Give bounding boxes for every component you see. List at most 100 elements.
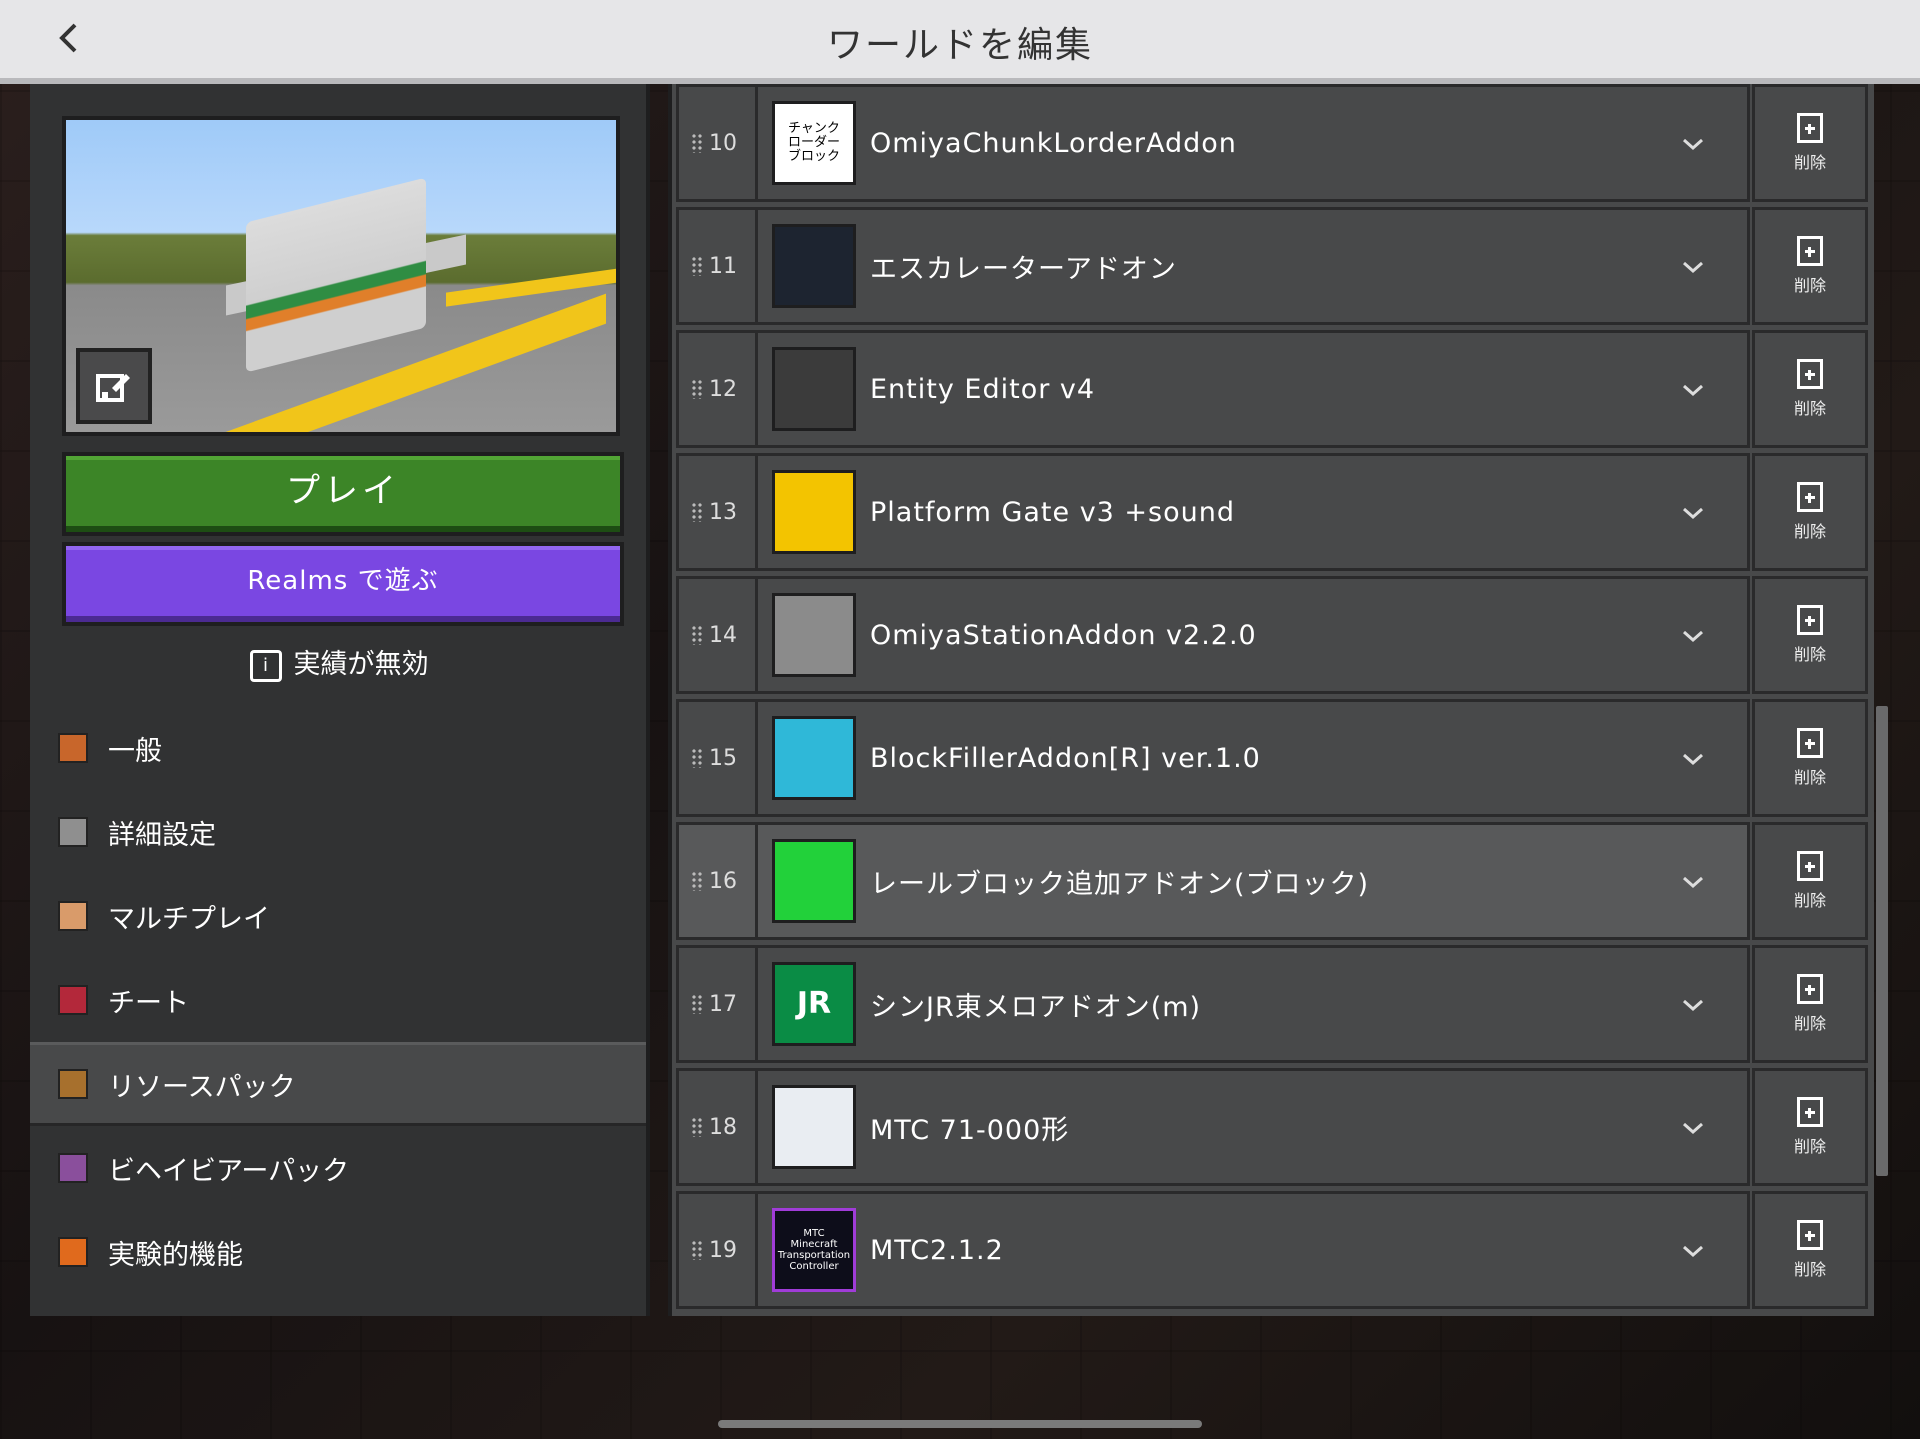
- divider: [755, 822, 758, 940]
- nav-item-5[interactable]: ビヘイビアーパック: [30, 1126, 646, 1210]
- nav-item-0[interactable]: 一般: [30, 706, 646, 790]
- divider: [755, 1068, 758, 1186]
- gear-icon: [58, 733, 88, 763]
- drag-handle-icon[interactable]: [691, 871, 703, 891]
- chevron-down-icon[interactable]: [1673, 1113, 1713, 1141]
- nav-label: ビヘイビアーパック: [108, 1155, 350, 1187]
- players-icon: [58, 901, 88, 931]
- furnace-icon: [58, 817, 88, 847]
- pack-entry[interactable]: 10 チャンク ローダー ブロック OmiyaChunkLorderAddon: [676, 84, 1750, 202]
- delete-label: 削除: [1793, 1260, 1826, 1279]
- divider: [755, 453, 758, 571]
- pack-entry[interactable]: 14 OmiyaStationAddon v2.2.0: [676, 576, 1750, 694]
- pack-icon: [772, 593, 856, 677]
- delete-button[interactable]: 削除: [1752, 207, 1868, 325]
- edit-thumbnail-button[interactable]: [76, 348, 152, 424]
- pack-icon: [772, 470, 856, 554]
- top-bar: ワールドを編集: [0, 0, 1920, 84]
- drag-handle-icon[interactable]: [691, 1240, 703, 1260]
- delete-label: 削除: [1793, 399, 1826, 418]
- chevron-down-icon[interactable]: [1673, 1236, 1713, 1264]
- info-icon: i: [249, 649, 282, 682]
- nav-item-3[interactable]: チート: [30, 958, 646, 1042]
- chevron-down-icon[interactable]: [1673, 744, 1713, 772]
- pack-entry[interactable]: 17 JR シンJR東メロアドオン(m): [676, 945, 1750, 1063]
- delete-label: 削除: [1793, 891, 1826, 910]
- pack-entry[interactable]: 12 Entity Editor v4: [676, 330, 1750, 448]
- pack-entry[interactable]: 16 レールブロック追加アドオン(ブロック): [676, 822, 1750, 940]
- pack-row: 16 レールブロック追加アドオン(ブロック) 削除: [676, 822, 1872, 940]
- pack-entry[interactable]: 19 MTC Minecraft Transportation Controlle…: [676, 1191, 1750, 1309]
- drag-handle-icon[interactable]: [691, 748, 703, 768]
- experiment-icon: [58, 1237, 88, 1267]
- delete-icon: [1797, 728, 1823, 758]
- pack-name: MTC 71-000形: [870, 1114, 1070, 1146]
- drag-handle-icon[interactable]: [691, 994, 703, 1014]
- pack-icon: [772, 839, 856, 923]
- pack-row: 17 JR シンJR東メロアドオン(m) 削除: [676, 945, 1872, 1063]
- pack-number: 12: [709, 376, 737, 402]
- drag-handle-icon[interactable]: [691, 133, 703, 153]
- delete-icon: [1797, 482, 1823, 512]
- chevron-down-icon[interactable]: [1673, 498, 1713, 526]
- drag-handle-icon[interactable]: [691, 502, 703, 522]
- chevron-down-icon[interactable]: [1673, 621, 1713, 649]
- delete-icon: [1797, 1220, 1823, 1250]
- pack-icon: チャンク ローダー ブロック: [772, 101, 856, 185]
- achievements-label: 実績が無効: [293, 649, 429, 680]
- scrollbar[interactable]: [1876, 706, 1888, 1176]
- world-thumbnail: [62, 116, 620, 436]
- delete-button[interactable]: 削除: [1752, 330, 1868, 448]
- pack-entry[interactable]: 18 MTC 71-000形: [676, 1068, 1750, 1186]
- realms-button[interactable]: Realms で遊ぶ: [62, 542, 624, 626]
- pack-entry[interactable]: 11 エスカレーターアドオン: [676, 207, 1750, 325]
- pack-entry[interactable]: 13 Platform Gate v3 +sound: [676, 453, 1750, 571]
- pack-row: 12 Entity Editor v4 削除: [676, 330, 1872, 448]
- command-block-icon: [58, 985, 88, 1015]
- nav-item-1[interactable]: 詳細設定: [30, 790, 646, 874]
- play-button[interactable]: プレイ: [62, 452, 624, 536]
- delete-button[interactable]: 削除: [1752, 576, 1868, 694]
- delete-label: 削除: [1793, 1137, 1826, 1156]
- chevron-down-icon[interactable]: [1673, 129, 1713, 157]
- drag-handle-icon[interactable]: [691, 256, 703, 276]
- nav-item-4[interactable]: リソースパック: [30, 1042, 646, 1126]
- delete-label: 削除: [1793, 522, 1826, 541]
- pack-name: OmiyaStationAddon v2.2.0: [870, 619, 1257, 651]
- chevron-down-icon[interactable]: [1673, 252, 1713, 280]
- nav-label: 実験的機能: [108, 1239, 243, 1271]
- pack-icon: MTC Minecraft Transportation Controller: [772, 1208, 856, 1292]
- delete-button[interactable]: 削除: [1752, 822, 1868, 940]
- delete-icon: [1797, 605, 1823, 635]
- chevron-down-icon[interactable]: [1673, 375, 1713, 403]
- pack-name: MTC2.1.2: [870, 1234, 1004, 1266]
- pack-icon: [772, 347, 856, 431]
- divider: [755, 84, 758, 202]
- drag-handle-icon[interactable]: [691, 625, 703, 645]
- pack-name: レールブロック追加アドオン(ブロック): [870, 868, 1370, 900]
- pack-entry[interactable]: 15 BlockFillerAddon[R] ver.1.0: [676, 699, 1750, 817]
- chevron-down-icon[interactable]: [1673, 990, 1713, 1018]
- drag-handle-icon[interactable]: [691, 1117, 703, 1137]
- chevron-down-icon[interactable]: [1673, 867, 1713, 895]
- nav-item-2[interactable]: マルチプレイ: [30, 874, 646, 958]
- divider: [755, 699, 758, 817]
- nav-item-6[interactable]: 実験的機能: [30, 1210, 646, 1294]
- pack-number: 16: [709, 868, 737, 894]
- pack-number: 18: [709, 1114, 737, 1140]
- delete-button[interactable]: 削除: [1752, 1191, 1868, 1309]
- pack-icon: [772, 1085, 856, 1169]
- divider: [755, 576, 758, 694]
- divider: [755, 330, 758, 448]
- delete-button[interactable]: 削除: [1752, 699, 1868, 817]
- delete-button[interactable]: 削除: [1752, 453, 1868, 571]
- drag-handle-icon[interactable]: [691, 379, 703, 399]
- delete-button[interactable]: 削除: [1752, 84, 1868, 202]
- delete-button[interactable]: 削除: [1752, 1068, 1868, 1186]
- divider: [755, 1191, 758, 1309]
- pack-name: OmiyaChunkLorderAddon: [870, 127, 1237, 159]
- delete-icon: [1797, 974, 1823, 1004]
- delete-button[interactable]: 削除: [1752, 945, 1868, 1063]
- edit-image-icon: [96, 374, 130, 402]
- pack-number: 10: [709, 130, 737, 156]
